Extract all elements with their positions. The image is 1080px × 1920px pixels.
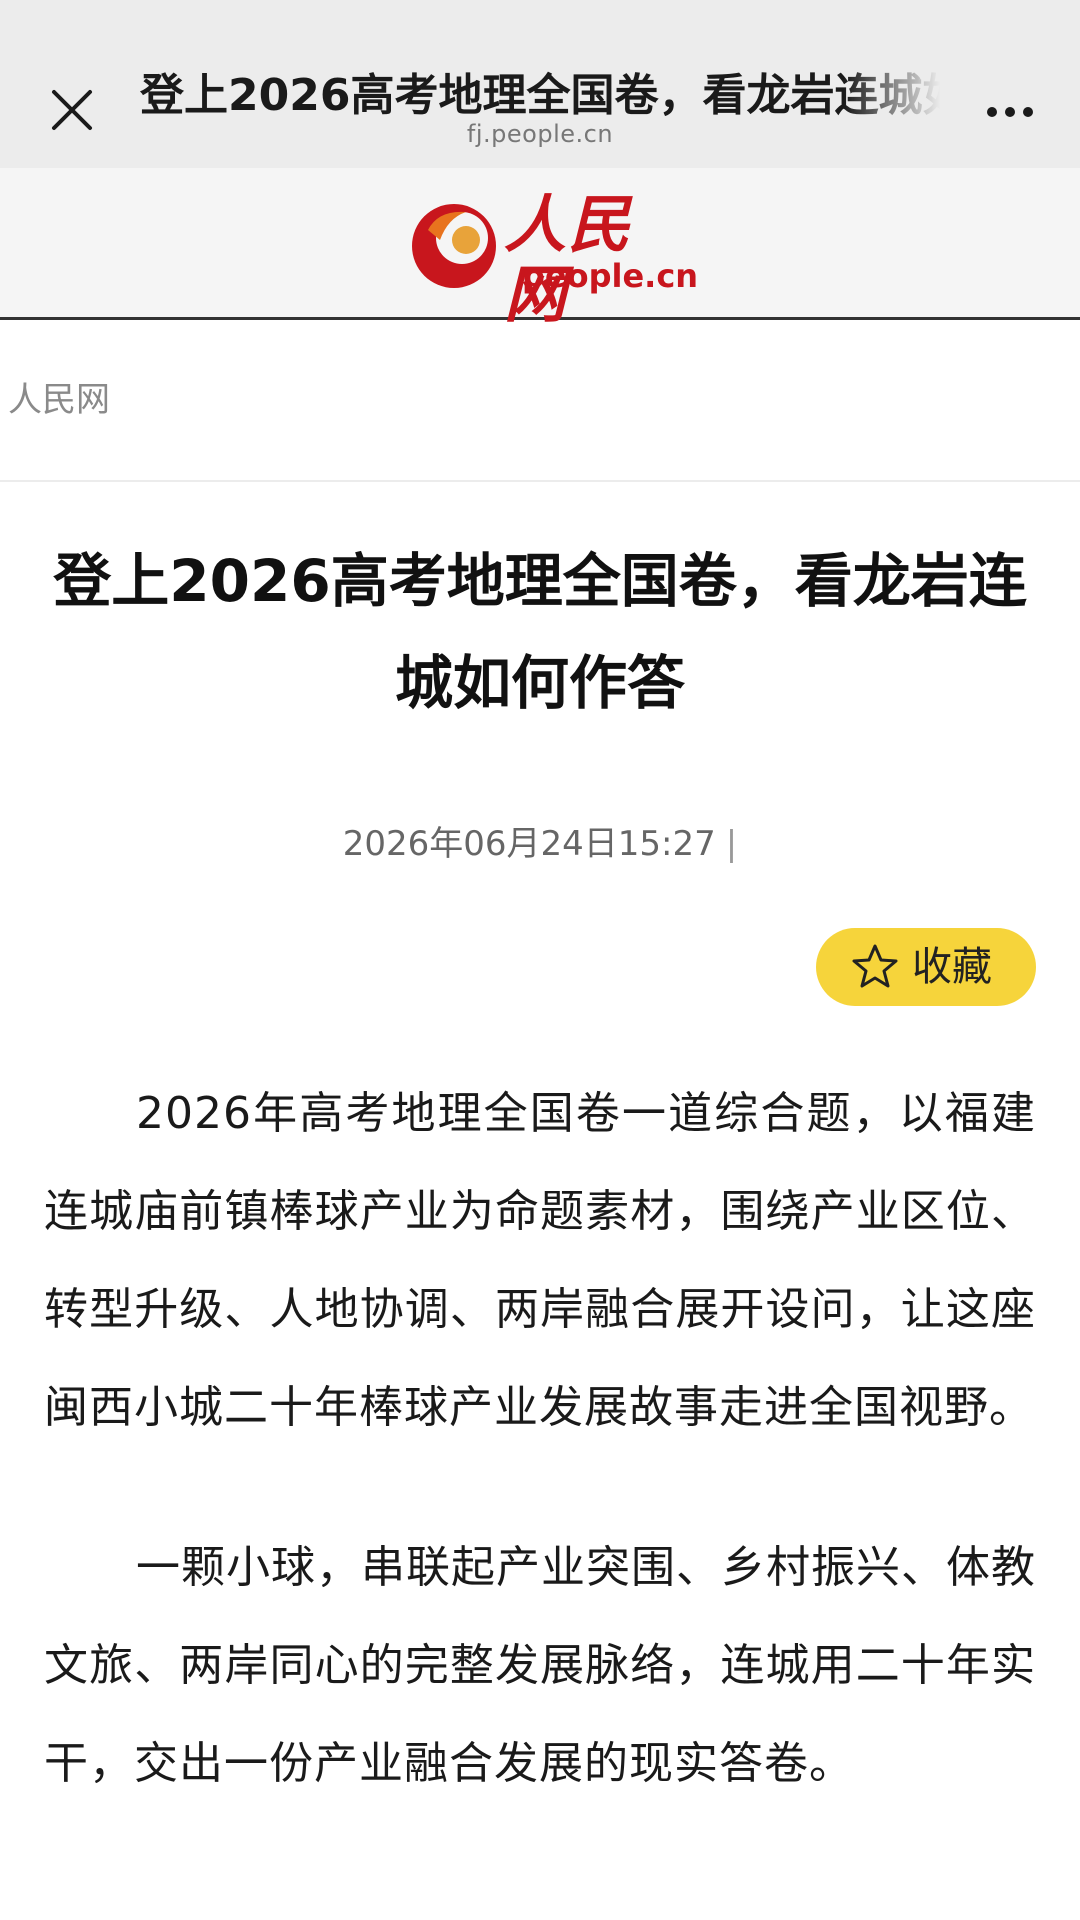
more-icon bbox=[1023, 107, 1033, 117]
people-logo-icon bbox=[412, 204, 496, 288]
site-header: 人民网 people.cn bbox=[0, 168, 1080, 330]
favorite-button[interactable]: 收藏 bbox=[816, 928, 1036, 1006]
logo-subtext: people.cn bbox=[522, 257, 699, 295]
more-icon bbox=[987, 107, 997, 117]
article-source: 人民网 bbox=[8, 380, 110, 420]
browser-page-title: 登上2026高考地理全国卷，看龙岩连城如何作答 bbox=[140, 70, 940, 121]
more-button[interactable] bbox=[980, 92, 1040, 132]
article-paragraph: 2026年高考地理全国卷一道综合题，以福建连城庙前镇棒球产业为命题素材，围绕产业… bbox=[44, 1088, 1036, 1433]
article-body: 2026年高考地理全国卷一道综合题，以福建连城庙前镇棒球产业为命题素材，围绕产业… bbox=[44, 1065, 1036, 1813]
favorite-label: 收藏 bbox=[912, 944, 992, 990]
star-icon bbox=[852, 944, 898, 988]
article-paragraph: 一颗小球，串联起产业突围、乡村振兴、体教文旅、两岸同心的完整发展脉络，连城用二十… bbox=[44, 1542, 1036, 1789]
site-logo[interactable]: 人民网 people.cn bbox=[408, 190, 698, 330]
publish-time: 2026年06月24日15:27 | bbox=[0, 822, 1080, 866]
divider: | bbox=[725, 824, 738, 864]
more-icon bbox=[1005, 107, 1015, 117]
publish-time-text: 2026年06月24日15:27 bbox=[342, 824, 716, 864]
source-row: 人民网 bbox=[0, 320, 1080, 482]
browser-top-bar: 登上2026高考地理全国卷，看龙岩连城如何作答 fj.people.cn bbox=[0, 0, 1080, 168]
browser-domain: fj.people.cn bbox=[466, 120, 614, 148]
article-headline: 登上2026高考地理全国卷，看龙岩连城如何作答 bbox=[53, 547, 1027, 717]
